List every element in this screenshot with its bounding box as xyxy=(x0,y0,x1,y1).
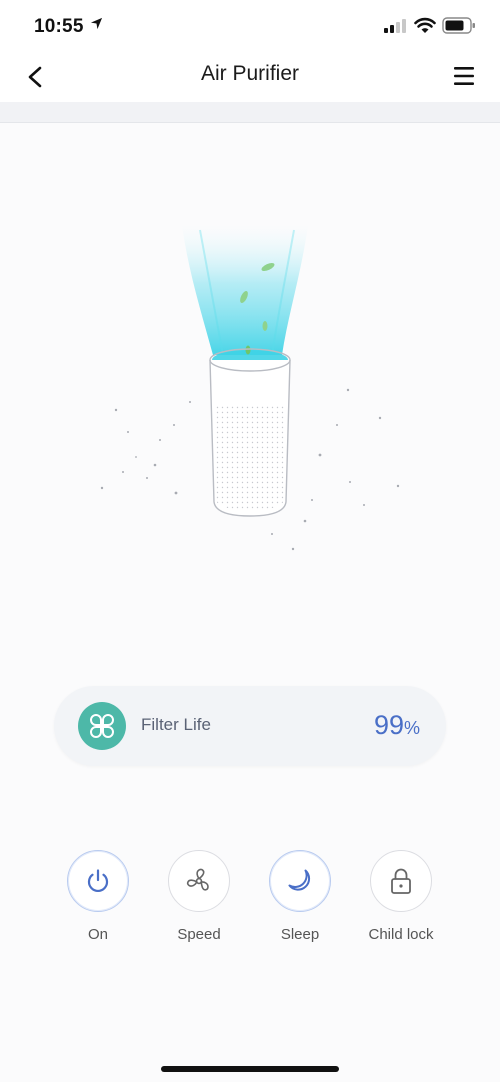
sleep-button[interactable] xyxy=(269,850,331,912)
speed-button[interactable] xyxy=(168,850,230,912)
status-time: 10:55 xyxy=(34,16,84,37)
clover-icon xyxy=(90,714,114,738)
moon-icon xyxy=(288,869,311,891)
speed-label: Speed xyxy=(177,926,221,943)
battery-icon xyxy=(442,17,475,34)
filter-life-label: Filter Life xyxy=(141,715,211,734)
filter-icon-badge xyxy=(78,702,126,750)
child-lock-control: Child lock xyxy=(356,850,446,943)
fan-icon xyxy=(186,868,209,891)
filter-life-value: 99% xyxy=(373,710,420,740)
power-label: On xyxy=(87,926,108,943)
power-control: On xyxy=(53,850,143,943)
status-bar: 10:55 xyxy=(0,0,500,52)
sleep-label: Sleep xyxy=(280,926,320,943)
child-lock-button[interactable] xyxy=(370,850,432,912)
wifi-icon xyxy=(414,17,436,33)
filter-life-unit: % xyxy=(403,718,420,738)
location-arrow-icon xyxy=(90,17,103,30)
sleep-control: Sleep xyxy=(255,850,345,943)
child-lock-label: Child lock xyxy=(368,926,434,943)
filter-life-card[interactable]: Filter Life 99% xyxy=(54,686,446,766)
menu-icon[interactable] xyxy=(452,64,476,88)
speed-control: Speed xyxy=(154,850,244,943)
header-divider xyxy=(0,102,500,123)
page-title: Air Purifier xyxy=(200,62,300,85)
home-indicator[interactable] xyxy=(161,1066,339,1072)
air-purifier-illustration xyxy=(100,225,400,551)
nav-bar: Air Purifier xyxy=(0,52,500,102)
power-button[interactable] xyxy=(67,850,129,912)
power-icon xyxy=(87,869,109,893)
cellular-signal-icon xyxy=(384,19,406,33)
lock-icon xyxy=(391,868,411,894)
